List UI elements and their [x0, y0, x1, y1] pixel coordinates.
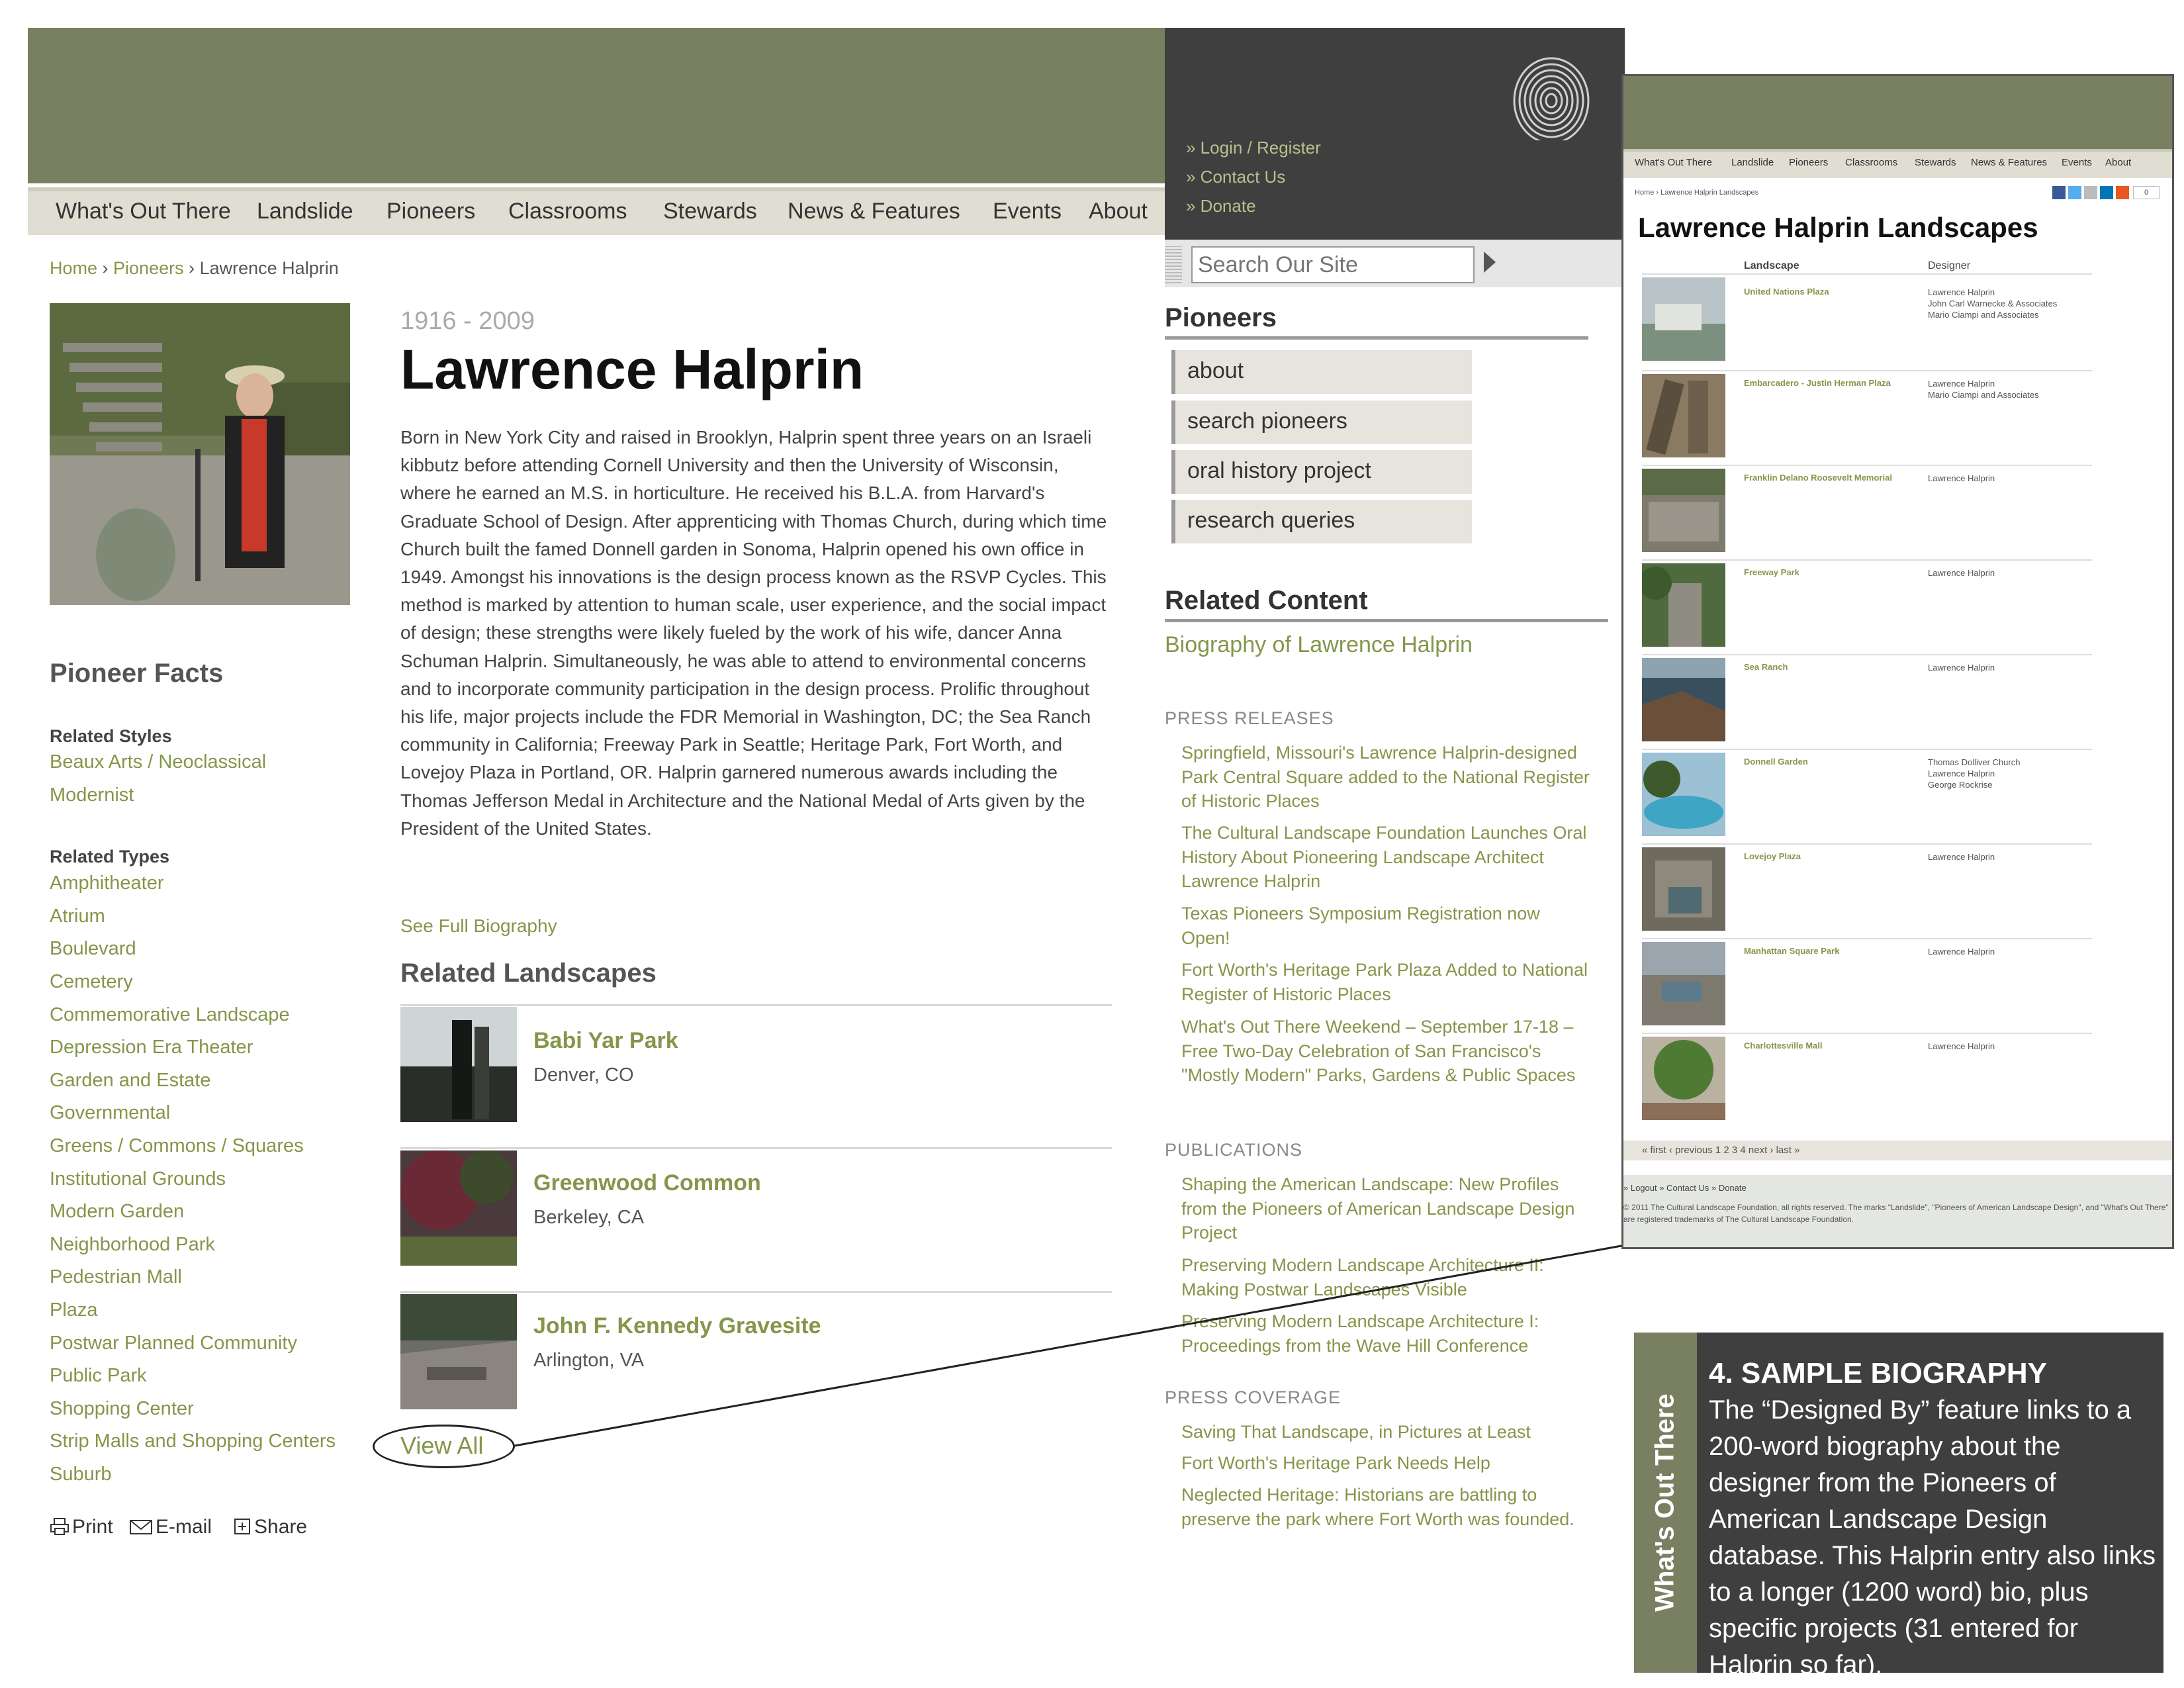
- designer-list: Lawrence Halprin: [1928, 852, 1995, 862]
- designer-list: Lawrence Halprin Mario Ciampi and Associa…: [1928, 379, 2039, 400]
- inset-nav-whats-out-there[interactable]: What's Out There: [1635, 157, 1712, 168]
- pagination[interactable]: « first ‹ previous 1 2 3 4 next › last »: [1623, 1141, 2172, 1160]
- inset-copyright: © 2011 The Cultural Landscape Foundation…: [1623, 1203, 2169, 1224]
- divider: [1642, 273, 2092, 275]
- landscape-link[interactable]: Lovejoy Plaza: [1744, 851, 1936, 861]
- designer-list: Thomas Dolliver Church Lawrence Halprin Ge…: [1928, 757, 2021, 790]
- landscape-link[interactable]: Manhattan Square Park: [1744, 946, 1936, 956]
- linkedin-icon[interactable]: [2100, 186, 2113, 199]
- divider: [1642, 465, 2092, 466]
- embarcadero-thumbnail[interactable]: [1642, 374, 1725, 457]
- landscape-link[interactable]: Sea Ranch: [1744, 662, 1936, 672]
- united-nations-plaza-thumbnail[interactable]: [1642, 277, 1725, 361]
- freeway-park-thumbnail[interactable]: [1642, 563, 1725, 647]
- inset-landscapes-screenshot: What's Out There Landslide Pioneers Clas…: [1621, 74, 2174, 1249]
- divider: [1642, 843, 2092, 845]
- designer-list: Lawrence Halprin: [1928, 1041, 1995, 1051]
- caption-title: 4. SAMPLE BIOGRAPHY: [1709, 1357, 2047, 1389]
- divider: [1642, 654, 2092, 655]
- inset-nav-classrooms[interactable]: Classrooms: [1845, 157, 1897, 168]
- lovejoy-plaza-thumbnail[interactable]: [1642, 847, 1725, 931]
- landscape-link[interactable]: Franklin Delano Roosevelt Memorial: [1744, 473, 1936, 483]
- inset-header-banner: [1623, 76, 2172, 149]
- divider: [1642, 1033, 2092, 1034]
- landscape-link[interactable]: Charlottesville Mall: [1744, 1041, 1936, 1051]
- designer-list: Lawrence Halprin: [1928, 663, 1995, 673]
- fdr-memorial-thumbnail[interactable]: [1642, 469, 1725, 552]
- caption-side-label: What's Out There: [1650, 1393, 1680, 1612]
- charlottesville-mall-thumbnail[interactable]: [1642, 1037, 1725, 1120]
- email-share-icon[interactable]: [2084, 186, 2097, 199]
- addthis-icon[interactable]: [2116, 186, 2129, 199]
- inset-footer-links[interactable]: » Logout » Contact Us » Donate: [1623, 1183, 1747, 1193]
- divider: [1642, 559, 2092, 561]
- landscape-column-header: Landscape: [1744, 260, 1799, 271]
- designer-list: Lawrence Halprin: [1928, 568, 1995, 578]
- inset-breadcrumb: Home › Lawrence Halprin Landscapes: [1635, 189, 1759, 197]
- divider: [1642, 749, 2092, 750]
- manhattan-square-park-thumbnail[interactable]: [1642, 942, 1725, 1025]
- inset-nav-stewards[interactable]: Stewards: [1915, 157, 1956, 168]
- designer-list: Lawrence Halprin John Carl Warnecke & Ass…: [1928, 287, 2058, 320]
- inset-nav-pioneers[interactable]: Pioneers: [1789, 157, 1828, 168]
- inset-nav-landslide[interactable]: Landslide: [1731, 157, 1774, 168]
- designer-list: Lawrence Halprin: [1928, 947, 1995, 957]
- landscape-link[interactable]: Embarcadero - Justin Herman Plaza: [1744, 378, 1936, 388]
- caption-text: The “Designed By” feature links to a 200…: [1709, 1395, 2156, 1679]
- inset-nav-about[interactable]: About: [2105, 157, 2131, 168]
- designer-column-header: Designer: [1928, 260, 1971, 271]
- share-count: 0: [2133, 186, 2160, 199]
- donnell-garden-thumbnail[interactable]: [1642, 753, 1725, 836]
- landscape-link[interactable]: United Nations Plaza: [1744, 287, 1936, 297]
- inset-nav-events[interactable]: Events: [2062, 157, 2092, 168]
- inset-nav-news-features[interactable]: News & Features: [1971, 157, 2047, 168]
- facebook-icon[interactable]: [2052, 186, 2066, 199]
- sea-ranch-thumbnail[interactable]: [1642, 658, 1725, 741]
- landscape-link[interactable]: Donnell Garden: [1744, 757, 1936, 767]
- divider: [1642, 938, 2092, 939]
- landscape-link[interactable]: Freeway Park: [1744, 567, 1936, 577]
- twitter-icon[interactable]: [2068, 186, 2081, 199]
- inset-page-title: Lawrence Halprin Landscapes: [1638, 212, 2038, 243]
- designer-list: Lawrence Halprin: [1928, 473, 1995, 483]
- divider: [1642, 370, 2092, 371]
